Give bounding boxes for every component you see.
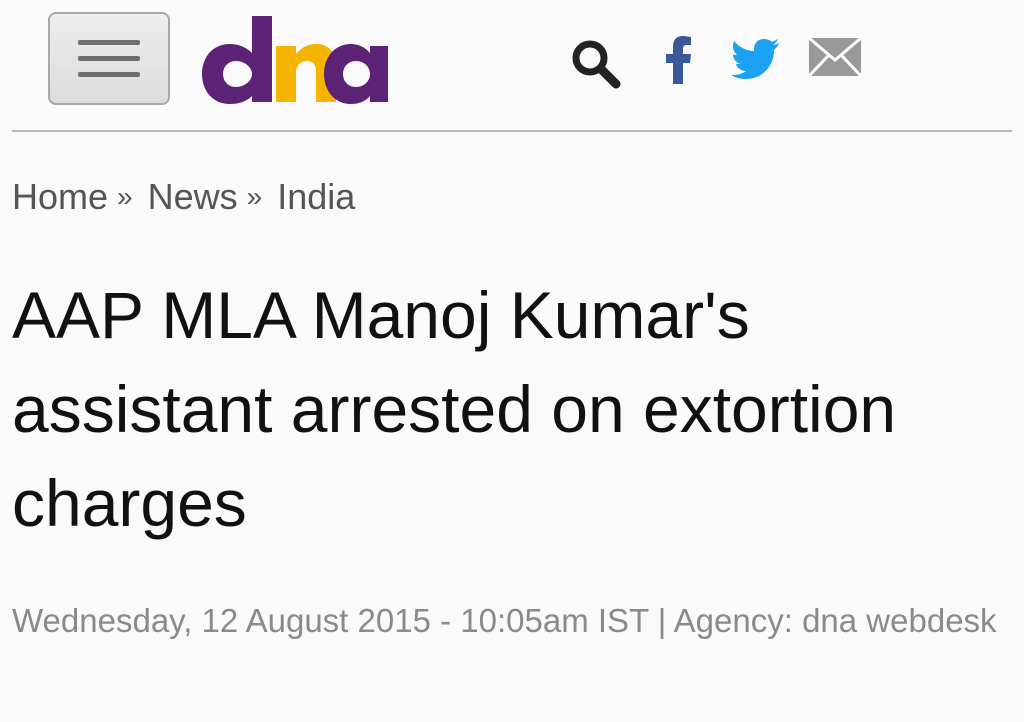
hamburger-menu-icon (78, 39, 140, 77)
site-header (0, 0, 1024, 132)
dna-logo[interactable] (200, 16, 390, 108)
menu-button[interactable] (48, 12, 170, 105)
facebook-icon[interactable] (666, 36, 692, 84)
breadcrumb-separator: » (246, 181, 263, 212)
search-icon[interactable] (570, 38, 622, 90)
article-meta: Wednesday, 12 August 2015 - 10:05am IST … (12, 602, 997, 639)
breadcrumb-home[interactable]: Home (12, 176, 108, 217)
mail-icon[interactable] (808, 37, 862, 77)
breadcrumb-news[interactable]: News (148, 176, 238, 217)
article-headline: AAP MLA Manoj Kumar's assistant arrested… (12, 278, 897, 540)
dna-logo-mark (202, 16, 388, 104)
logo-letter-a (324, 44, 388, 104)
breadcrumb-india[interactable]: India (277, 176, 355, 217)
logo-letter-d (202, 16, 272, 104)
twitter-icon[interactable] (732, 38, 780, 80)
breadcrumb: Home » News » India (12, 174, 355, 223)
header-divider (12, 130, 1012, 132)
breadcrumb-separator: » (117, 181, 133, 212)
